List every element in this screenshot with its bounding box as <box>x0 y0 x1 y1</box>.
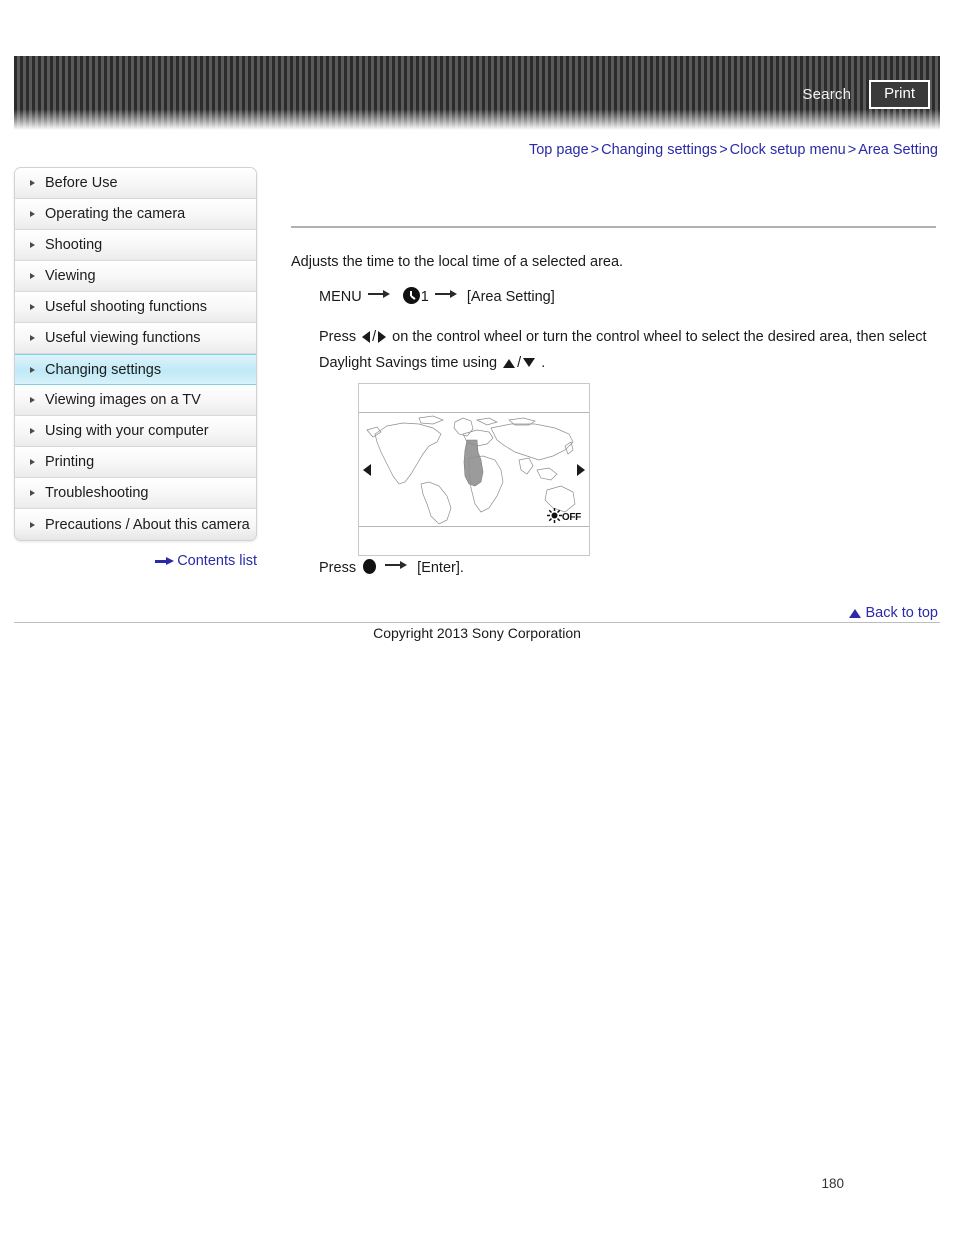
sidebar-item-label: Printing <box>45 454 95 470</box>
arrow-right-icon <box>378 331 387 343</box>
content-divider <box>291 226 936 228</box>
intro-paragraph: Adjusts the time to the local time of a … <box>291 254 624 270</box>
sidebar-item-label: Using with your computer <box>45 423 209 439</box>
chevron-right-icon <box>30 366 35 373</box>
contents-list-row: Contents list <box>14 553 257 570</box>
sidebar-item-useful-shooting-functions[interactable]: Useful shooting functions <box>15 292 256 323</box>
map-next-area-arrow-icon[interactable] <box>577 463 585 476</box>
arrow-up-icon <box>503 359 516 368</box>
search-link[interactable]: Search <box>798 85 855 104</box>
press-direction-step: Press / on the control wheel or turn the… <box>319 329 927 371</box>
back-to-top-label: Back to top <box>865 605 938 621</box>
chevron-right-icon <box>30 180 35 186</box>
sidebar-item-label: Shooting <box>45 237 103 253</box>
enter-prefix: Press <box>319 560 357 576</box>
arrow-left-icon <box>362 331 371 343</box>
chevron-right-icon <box>30 242 35 248</box>
sidebar-item-troubleshooting[interactable]: Troubleshooting <box>15 478 256 509</box>
menu-label: MENU <box>319 289 362 305</box>
breadcrumb-separator: > <box>847 142 857 158</box>
contents-list-label: Contents list <box>177 553 257 569</box>
enter-target-label: [Enter]. <box>417 560 464 576</box>
header-actions: Search Print <box>798 80 930 110</box>
sidebar-item-label: Viewing <box>45 268 96 284</box>
sidebar-item-printing[interactable]: Printing <box>15 447 256 478</box>
clock-menu-index: 1 <box>420 289 429 305</box>
menu-target-label: [Area Setting] <box>466 289 555 305</box>
sidebar-item-shooting[interactable]: Shooting <box>15 230 256 261</box>
chevron-right-icon <box>30 428 35 434</box>
sidebar-item-precautions-about-this-camera[interactable]: Precautions / About this camera <box>15 509 256 540</box>
chevron-right-icon <box>30 335 35 341</box>
sidebar-item-label: Changing settings <box>45 361 162 378</box>
sun-icon <box>546 508 562 523</box>
map-previous-area-arrow-icon[interactable] <box>363 463 371 476</box>
sidebar-item-label: Viewing images on a TV <box>45 392 201 408</box>
chevron-right-icon <box>30 273 35 279</box>
sidebar-item-using-with-your-computer[interactable]: Using with your computer <box>15 416 256 447</box>
chevron-right-icon <box>30 459 35 465</box>
arrow-down-icon <box>523 358 536 367</box>
arrow-right-icon <box>155 556 175 566</box>
chevron-right-icon <box>30 397 35 403</box>
sidebar-item-before-use[interactable]: Before Use <box>15 168 256 199</box>
chevron-right-icon <box>30 521 35 528</box>
center-button-icon <box>363 559 377 574</box>
sidebar-item-label: Before Use <box>45 175 118 191</box>
chevron-right-icon <box>30 304 35 310</box>
main-content: Adjusts the time to the local time of a … <box>291 226 936 390</box>
breadcrumb-separator: > <box>590 142 600 158</box>
sidebar-item-operating-the-camera[interactable]: Operating the camera <box>15 199 256 230</box>
arrow-right-icon <box>385 561 411 570</box>
breadcrumb-item-top-page[interactable]: Top page <box>529 142 589 158</box>
daylight-savings-state: OFF <box>561 512 581 523</box>
sidebar-item-label: Useful viewing functions <box>45 330 201 346</box>
copyright-notice: Copyright 2013 Sony Corporation <box>373 625 581 641</box>
sidebar-item-label: Operating the camera <box>45 206 186 222</box>
menu-path-step: MENU 1 [Area Setting] <box>319 284 936 310</box>
area-setting-screen-figure: OFF <box>358 383 590 556</box>
breadcrumb-item-clock-setup-menu[interactable]: Clock setup menu <box>730 142 846 158</box>
breadcrumb: Top page > Changing settings > Clock setup m… <box>529 142 938 158</box>
chevron-right-icon <box>30 211 35 217</box>
instruction-steps: MENU 1 [Area Setting] Press / on the con… <box>319 284 936 376</box>
sidebar-item-viewing[interactable]: Viewing <box>15 261 256 292</box>
breadcrumb-item-area-setting[interactable]: Area Setting <box>858 142 938 158</box>
print-button[interactable]: Print <box>869 80 930 110</box>
press-middle-text: on the control wheel or turn the control… <box>392 329 927 345</box>
arrow-up-icon <box>849 608 862 618</box>
site-header-banner: Search Print <box>14 56 940 130</box>
chevron-right-icon <box>30 490 35 496</box>
sidebar-item-viewing-images-on-a-tv[interactable]: Viewing images on a TV <box>15 385 256 416</box>
sidebar-item-changing-settings[interactable]: Changing settings <box>15 354 256 385</box>
arrow-right-icon <box>367 290 394 299</box>
sidebar-item-label: Troubleshooting <box>45 485 149 501</box>
sidebar-item-label: Precautions / About this camera <box>45 516 250 533</box>
footer-divider <box>14 622 940 623</box>
daylight-savings-badge: OFF <box>546 508 581 523</box>
back-to-top-link[interactable]: Back to top <box>849 605 938 621</box>
press-period: . <box>541 355 546 371</box>
arrow-right-icon <box>434 290 461 299</box>
press-prefix: Press <box>319 329 357 345</box>
breadcrumb-item-changing-settings[interactable]: Changing settings <box>601 142 717 158</box>
sidebar-item-label: Useful shooting functions <box>45 299 208 315</box>
clock-icon <box>402 287 420 304</box>
sidebar-item-useful-viewing-functions[interactable]: Useful viewing functions <box>15 323 256 354</box>
sidebar-navigation: Before Use Operating the camera Shooting… <box>14 167 257 541</box>
contents-list-link[interactable]: Contents list <box>155 553 257 569</box>
press-second-line: Daylight Savings time using <box>319 355 498 371</box>
page-number: 180 <box>821 1176 844 1191</box>
enter-step: Press [Enter]. <box>319 555 464 581</box>
breadcrumb-separator: > <box>719 142 728 158</box>
